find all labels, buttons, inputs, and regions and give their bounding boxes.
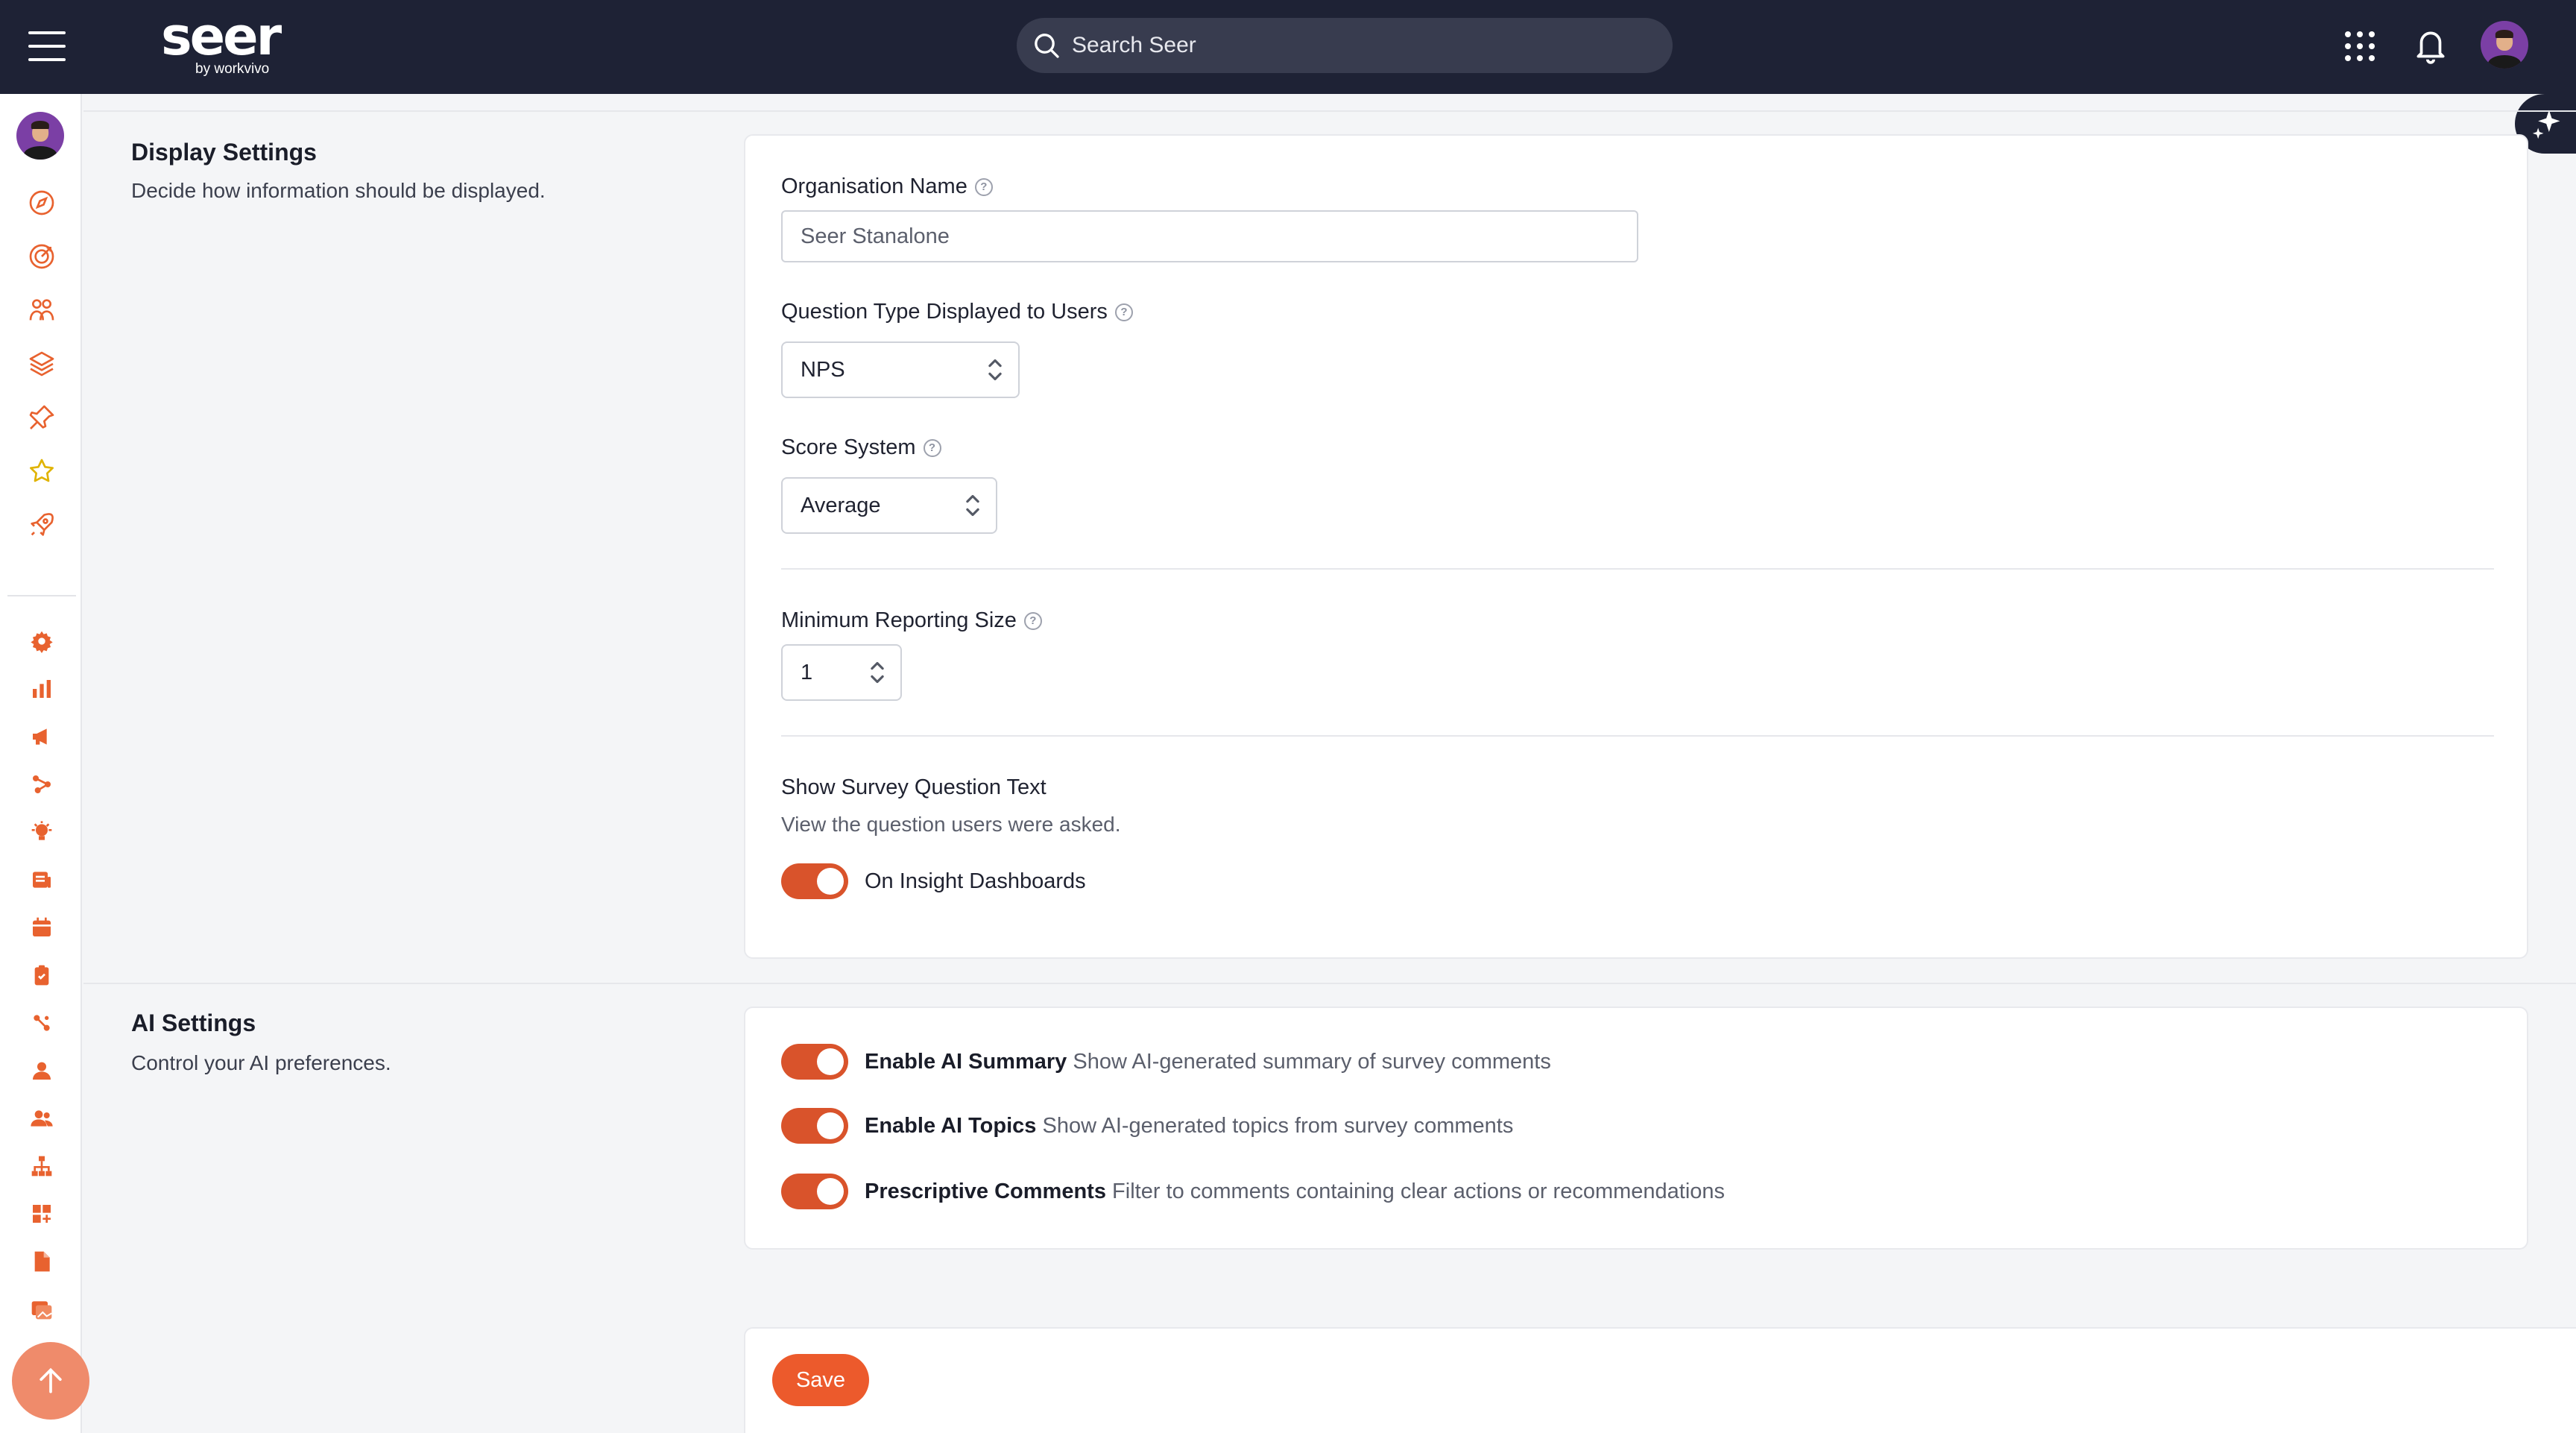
org-name-label-text: Organisation Name — [781, 174, 967, 198]
pin-icon[interactable] — [25, 401, 58, 434]
star-icon[interactable] — [25, 455, 58, 488]
megaphone-icon[interactable] — [25, 720, 58, 753]
ai-topics-desc: Show AI-generated topics from survey com… — [1042, 1114, 1514, 1138]
prescriptive-comments-title: Prescriptive Comments — [865, 1180, 1106, 1203]
ai-settings-card: Enable AI Summary Show AI-generated summ… — [744, 1007, 2528, 1250]
scroll-to-top-button[interactable] — [12, 1342, 89, 1420]
question-type-label-text: Question Type Displayed to Users — [781, 300, 1108, 324]
ai-summary-toggle[interactable] — [781, 1044, 848, 1080]
prescriptive-comments-desc: Filter to comments containing clear acti… — [1112, 1180, 1726, 1203]
ai-topics-title: Enable AI Topics — [865, 1114, 1037, 1138]
insight-dashboards-label: On Insight Dashboards — [865, 869, 1086, 893]
sidebar-avatar[interactable] — [16, 112, 64, 160]
show-question-title: Show Survey Question Text — [781, 775, 1046, 799]
score-system-label: Score System ? — [781, 435, 941, 460]
show-question-description: View the question users were asked. — [781, 813, 1121, 836]
sidebar — [0, 94, 82, 1433]
question-type-select[interactable]: NPS — [781, 341, 1020, 398]
card-divider — [781, 568, 2494, 570]
ai-topics-toggle[interactable] — [781, 1108, 848, 1144]
help-icon[interactable]: ? — [974, 177, 993, 196]
gallery-icon[interactable] — [25, 1293, 58, 1326]
prescriptive-comments-label: Prescriptive Comments Filter to comments… — [865, 1180, 1725, 1204]
document-icon[interactable] — [25, 1245, 58, 1278]
org-name-label: Organisation Name ? — [781, 174, 993, 199]
brand-name: seer — [161, 6, 282, 67]
search-icon — [1035, 34, 1059, 58]
org-name-field[interactable]: Seer Stanalone — [781, 210, 1638, 262]
ai-settings-title: AI Settings — [131, 1010, 256, 1036]
ai-topics-label: Enable AI Topics Show AI-generated topic… — [865, 1114, 1513, 1138]
bell-icon[interactable] — [2412, 25, 2449, 69]
rocket-icon[interactable] — [25, 508, 58, 541]
ai-summary-title: Enable AI Summary — [865, 1050, 1067, 1074]
prescriptive-comments-toggle[interactable] — [781, 1174, 848, 1209]
share-icon[interactable] — [25, 768, 58, 801]
menu-icon[interactable] — [28, 31, 66, 61]
ai-summary-label: Enable AI Summary Show AI-generated summ… — [865, 1050, 1551, 1074]
org-name-placeholder: Seer Stanalone — [801, 224, 950, 248]
layers-icon[interactable] — [25, 347, 58, 380]
compass-icon[interactable] — [25, 186, 58, 219]
help-icon[interactable]: ? — [923, 438, 941, 457]
section-divider — [83, 983, 2576, 984]
min-reporting-stepper[interactable]: 1 — [781, 644, 902, 701]
min-reporting-label: Minimum Reporting Size ? — [781, 608, 1042, 633]
bulb-icon[interactable] — [25, 816, 58, 848]
min-reporting-label-text: Minimum Reporting Size — [781, 608, 1017, 632]
sidebar-divider — [7, 595, 76, 596]
insight-dashboards-toggle[interactable] — [781, 863, 848, 899]
user-icon[interactable] — [25, 1054, 58, 1087]
avatar[interactable] — [2481, 21, 2528, 69]
target-icon[interactable] — [25, 240, 58, 273]
users-icon[interactable] — [25, 1102, 58, 1135]
news-icon[interactable] — [25, 863, 58, 896]
sparkle-icon — [2532, 110, 2560, 139]
hierarchy-icon[interactable] — [25, 1150, 58, 1182]
ai-settings-description: Control your AI preferences. — [131, 1051, 391, 1074]
card-divider — [781, 735, 2494, 737]
search-bar[interactable] — [1017, 18, 1673, 73]
chevron-up-down-icon — [988, 359, 1002, 381]
score-system-label-text: Score System — [781, 435, 916, 459]
save-bar — [744, 1327, 2576, 1433]
section-divider — [83, 110, 2576, 112]
question-type-label: Question Type Displayed to Users ? — [781, 300, 1133, 324]
display-settings-title: Display Settings — [131, 139, 317, 166]
brand-logo[interactable]: seer by workvivo — [161, 6, 282, 78]
link-icon[interactable] — [25, 1007, 58, 1039]
people-icon[interactable] — [25, 294, 58, 327]
display-settings-description: Decide how information should be display… — [131, 179, 546, 202]
arrow-up-icon — [40, 1367, 62, 1393]
score-system-select[interactable]: Average — [781, 477, 997, 534]
display-settings-card: Organisation Name ? Seer Stanalone Quest… — [744, 134, 2528, 959]
ai-summary-desc: Show AI-generated summary of survey comm… — [1073, 1050, 1551, 1074]
top-bar: seer by workvivo — [0, 0, 2576, 94]
score-system-value: Average — [801, 493, 881, 517]
chevron-up-down-icon — [871, 661, 884, 684]
clipboard-icon[interactable] — [25, 959, 58, 992]
min-reporting-value: 1 — [801, 660, 813, 684]
apps-grid-icon[interactable] — [2342, 28, 2378, 68]
bar-chart-icon[interactable] — [25, 673, 58, 705]
question-type-value: NPS — [801, 357, 845, 382]
chevron-up-down-icon — [966, 494, 979, 517]
help-icon[interactable]: ? — [1114, 303, 1133, 321]
gear-icon[interactable] — [25, 625, 58, 658]
help-icon[interactable]: ? — [1023, 611, 1042, 630]
search-input[interactable] — [1072, 33, 1653, 58]
save-button[interactable]: Save — [772, 1354, 869, 1406]
brand-sub: by workvivo — [195, 61, 270, 77]
widgets-icon[interactable] — [25, 1197, 58, 1230]
calendar-icon[interactable] — [25, 911, 58, 944]
